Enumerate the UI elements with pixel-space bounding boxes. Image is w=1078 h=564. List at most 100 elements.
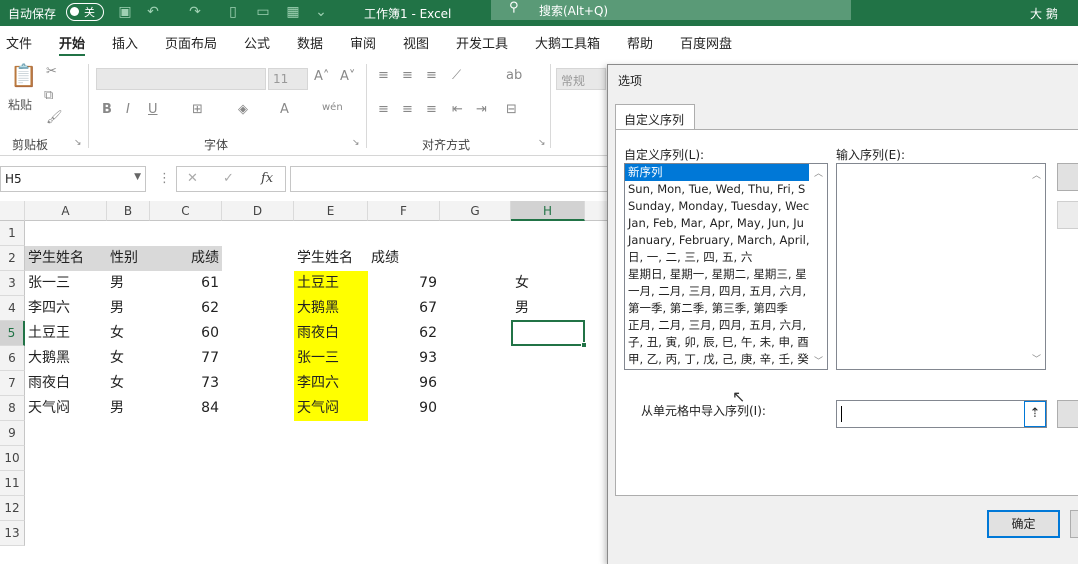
row-header-8[interactable]: 8 xyxy=(0,396,25,421)
list-item[interactable]: 一月, 二月, 三月, 四月, 五月, 六月, xyxy=(625,283,827,300)
insert-function-icon[interactable]: fx xyxy=(261,171,273,186)
cell-c4[interactable]: 62 xyxy=(150,296,222,321)
paste-icon[interactable]: 📋 xyxy=(10,64,37,89)
list-item[interactable]: 日, 一, 二, 三, 四, 五, 六 xyxy=(625,249,827,266)
custom-lists-listbox[interactable]: 新序列 Sun, Mon, Tue, Wed, Thu, Fri, S Sund… xyxy=(624,163,828,370)
row-header-11[interactable]: 11 xyxy=(0,471,25,496)
cell-b3[interactable]: 男 xyxy=(107,271,150,296)
select-all-corner[interactable] xyxy=(0,201,25,221)
list-item[interactable]: January, February, March, April, xyxy=(625,232,827,249)
tab-review[interactable]: 审阅 xyxy=(350,33,376,52)
cell-h4[interactable]: 男 xyxy=(511,296,585,321)
print-preview-icon[interactable]: ▭ xyxy=(254,3,272,21)
column-header-b[interactable]: B xyxy=(107,201,150,221)
cell-h3[interactable]: 女 xyxy=(511,271,585,296)
font-size-select[interactable]: 11 xyxy=(268,68,308,90)
cell-f4[interactable]: 67 xyxy=(368,296,440,321)
cell-c3[interactable]: 61 xyxy=(150,271,222,296)
cell-e8[interactable]: 天气闷 xyxy=(294,396,368,421)
save-icon[interactable]: ▣ xyxy=(116,3,134,21)
tab-baidu-netdisk[interactable]: 百度网盘 xyxy=(680,33,732,52)
tab-formulas[interactable]: 公式 xyxy=(244,33,270,52)
align-top-icon[interactable]: ≡ xyxy=(378,68,389,83)
tab-page-layout[interactable]: 页面布局 xyxy=(165,33,217,52)
row-header-10[interactable]: 10 xyxy=(0,446,25,471)
delete-button[interactable] xyxy=(1057,201,1078,229)
column-header-h[interactable]: H xyxy=(511,201,585,221)
cell-a7[interactable]: 雨夜白 xyxy=(25,371,107,396)
merge-center-icon[interactable]: ⊟ xyxy=(506,102,517,117)
row-header-13[interactable]: 13 xyxy=(0,521,25,546)
add-button[interactable] xyxy=(1057,163,1078,191)
tab-file[interactable]: 文件 xyxy=(6,33,32,52)
scroll-up-icon[interactable]: ︿ xyxy=(1032,168,1041,181)
cell-c2[interactable]: 成绩 xyxy=(150,246,222,271)
phonetic-icon[interactable]: wén xyxy=(322,102,343,113)
active-cell-h5[interactable] xyxy=(511,320,587,348)
cell-e4[interactable]: 大鹅黑 xyxy=(294,296,368,321)
scroll-down-icon[interactable]: ﹀ xyxy=(814,354,823,367)
number-format-select[interactable]: 常规 xyxy=(556,68,606,90)
cell-c7[interactable]: 73 xyxy=(150,371,222,396)
orientation-icon[interactable]: ⟋ xyxy=(452,68,461,83)
formula-input[interactable] xyxy=(290,166,610,192)
align-right-icon[interactable]: ≡ xyxy=(426,102,437,117)
cell-b6[interactable]: 女 xyxy=(107,346,150,371)
cancel-icon[interactable]: ✕ xyxy=(187,171,198,186)
underline-icon[interactable]: U xyxy=(148,102,158,117)
list-item[interactable]: Sunday, Monday, Tuesday, Wec xyxy=(625,198,827,215)
tab-view[interactable]: 视图 xyxy=(403,33,429,52)
column-header-f[interactable]: F xyxy=(368,201,440,221)
list-item[interactable]: Jan, Feb, Mar, Apr, May, Jun, Ju xyxy=(625,215,827,232)
row-header-2[interactable]: 2 xyxy=(0,246,25,271)
autosave-toggle[interactable]: 关 xyxy=(66,3,104,21)
font-color-icon[interactable]: A xyxy=(280,102,289,117)
cell-f5[interactable]: 62 xyxy=(368,321,440,346)
align-left-icon[interactable]: ≡ xyxy=(378,102,389,117)
alignment-launcher-icon[interactable]: ↘ xyxy=(538,138,546,148)
cell-f6[interactable]: 93 xyxy=(368,346,440,371)
tab-developer[interactable]: 开发工具 xyxy=(456,33,508,52)
cell-b7[interactable]: 女 xyxy=(107,371,150,396)
tab-home[interactable]: 开始 xyxy=(59,33,86,57)
cell-a5[interactable]: 土豆王 xyxy=(25,321,107,346)
row-header-3[interactable]: 3 xyxy=(0,271,25,296)
format-painter-icon[interactable]: 🖌 xyxy=(46,110,63,125)
cell-a8[interactable]: 天气闷 xyxy=(25,396,107,421)
tab-insert[interactable]: 插入 xyxy=(112,33,138,52)
tab-dae-toolbox[interactable]: 大鹅工具箱 xyxy=(535,33,600,52)
image-icon[interactable]: ▦ xyxy=(284,3,302,21)
cell-b5[interactable]: 女 xyxy=(107,321,150,346)
cell-f8[interactable]: 90 xyxy=(368,396,440,421)
font-name-select[interactable] xyxy=(96,68,266,90)
import-button[interactable] xyxy=(1057,400,1078,428)
wrap-text-icon[interactable]: ab xyxy=(506,68,522,83)
ok-button[interactable]: 确定 xyxy=(987,510,1060,538)
list-item[interactable]: 子, 丑, 寅, 卯, 辰, 巳, 午, 未, 申, 酉 xyxy=(625,334,827,351)
import-range-input[interactable]: ⇡ xyxy=(836,400,1047,428)
borders-icon[interactable]: ⊞ xyxy=(192,102,203,117)
list-item[interactable]: 正月, 二月, 三月, 四月, 五月, 六月, xyxy=(625,317,827,334)
cut-icon[interactable]: ✂ xyxy=(46,64,57,79)
tab-custom-lists[interactable]: 自定义序列 xyxy=(615,104,695,130)
cell-e5[interactable]: 雨夜白 xyxy=(294,321,368,346)
cell-e7[interactable]: 李四六 xyxy=(294,371,368,396)
worksheet-grid[interactable]: A B C D E F G H 1 2 3 4 5 6 7 8 9 10 11 … xyxy=(0,201,610,561)
new-file-icon[interactable]: ▯ xyxy=(224,3,242,21)
cell-f7[interactable]: 96 xyxy=(368,371,440,396)
tab-help[interactable]: 帮助 xyxy=(627,33,653,52)
increase-font-icon[interactable]: A˄ xyxy=(314,69,329,84)
redo-icon[interactable]: ↷ xyxy=(186,3,204,21)
fill-handle[interactable] xyxy=(581,342,587,348)
cancel-button[interactable] xyxy=(1070,510,1078,538)
cell-f2[interactable]: 成绩 xyxy=(368,246,440,271)
customize-toolbar-icon[interactable]: ⌄ xyxy=(312,3,330,21)
align-middle-icon[interactable]: ≡ xyxy=(402,68,413,83)
decrease-font-icon[interactable]: A˅ xyxy=(340,69,355,84)
copy-icon[interactable]: ⧉ xyxy=(44,88,53,103)
list-item[interactable]: 星期日, 星期一, 星期二, 星期三, 星 xyxy=(625,266,827,283)
cell-e3[interactable]: 土豆王 xyxy=(294,271,368,296)
list-entries-textarea[interactable]: ︿ ﹀ xyxy=(836,163,1046,370)
undo-icon[interactable]: ↶ xyxy=(144,3,162,21)
cell-e6[interactable]: 张一三 xyxy=(294,346,368,371)
